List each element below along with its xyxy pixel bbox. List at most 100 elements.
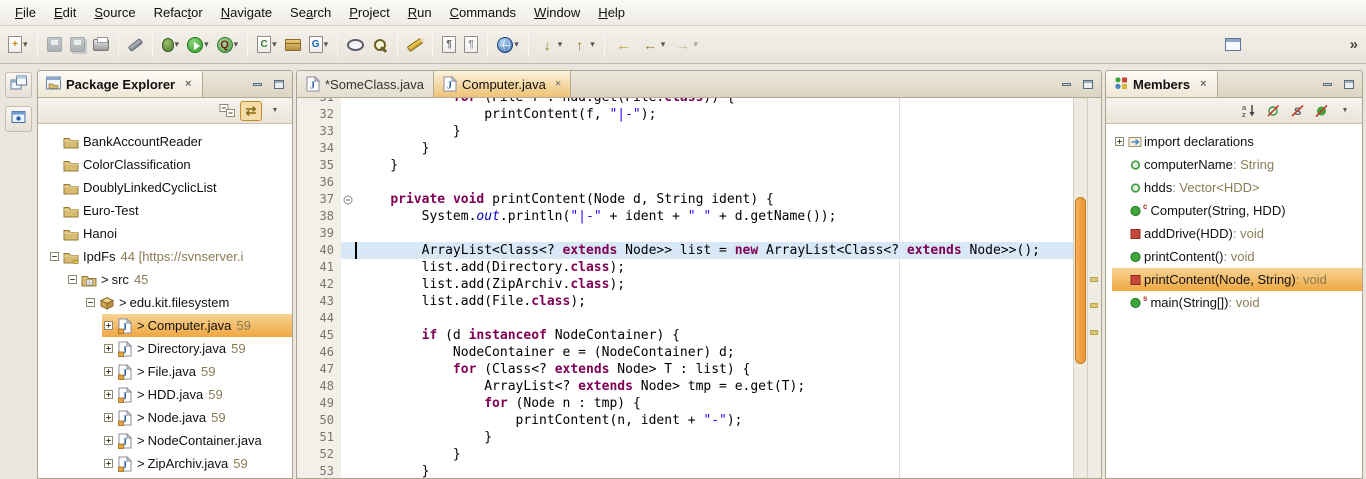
member-item-main-string[interactable]: smain(String[]) : void (1106, 291, 1362, 314)
dropdown-arrow-icon[interactable]: ▾ (272, 39, 277, 50)
maximize-editor-button[interactable] (1079, 77, 1096, 92)
code-line-35[interactable]: 35 } (297, 157, 1073, 174)
link-with-editor-button[interactable]: ⇄ (240, 101, 262, 121)
code-line-34[interactable]: 34 } (297, 140, 1073, 157)
show-whitespace-button[interactable]: ¶ (439, 33, 459, 56)
member-item-computer-string-hdd[interactable]: cComputer(String, HDD) (1106, 199, 1362, 222)
code-line-38[interactable]: 38 System.out.println("|-" + ident + " "… (297, 208, 1073, 225)
code-line-51[interactable]: 51 } (297, 429, 1073, 446)
tree-item-directory-java[interactable]: J>Directory.java59 (38, 337, 292, 360)
dropdown-arrow-icon[interactable]: ▾ (23, 39, 28, 50)
code-line-44[interactable]: 44 (297, 310, 1073, 327)
occurrence-marker[interactable] (1090, 330, 1098, 335)
code-line-50[interactable]: 50 printContent(n, ident + "-"); (297, 412, 1073, 429)
hide-nonpublic-button[interactable] (1310, 101, 1332, 121)
forward-button[interactable]: →▾ (670, 32, 701, 57)
run-button[interactable]: ▾ (184, 34, 212, 56)
code-line-41[interactable]: 41 list.add(Directory.class); (297, 259, 1073, 276)
debug-button[interactable]: ▾ (159, 35, 183, 55)
next-annotation-button[interactable]: ↓▾ (535, 32, 566, 57)
view-menu-button[interactable]: ▼ (264, 101, 286, 121)
view-menu-button[interactable]: ▼ (1334, 101, 1356, 121)
last-edit-location-button[interactable]: ← (611, 32, 636, 57)
maximize-view-button[interactable] (1340, 77, 1357, 92)
editor-tab-computer-java[interactable]: JComputer.java× (434, 71, 571, 97)
expand-icon[interactable] (102, 413, 115, 422)
member-item-printcontent[interactable]: printContent() : void (1106, 245, 1362, 268)
tree-item-euro-test[interactable]: Euro-Test (38, 199, 292, 222)
tree-item-bankaccountreader[interactable]: BankAccountReader (38, 130, 292, 153)
expand-icon[interactable] (102, 344, 115, 353)
maximize-view-button[interactable] (270, 77, 287, 92)
code-line-46[interactable]: 46 NodeContainer e = (NodeContainer) d; (297, 344, 1073, 361)
code-line-39[interactable]: 39 (297, 225, 1073, 242)
tree-item-hdd-java[interactable]: J>HDD.java59 (38, 383, 292, 406)
editor-tab-someclass-java[interactable]: J*SomeClass.java (297, 71, 434, 97)
expand-icon[interactable] (102, 367, 115, 376)
menu-search[interactable]: Search (281, 2, 340, 23)
menu-commands[interactable]: Commands (441, 2, 525, 23)
expand-icon[interactable] (102, 459, 115, 468)
code-line-31[interactable]: 31 for (File f : hdd.get(File.class)) { (297, 98, 1073, 106)
member-item-hdds[interactable]: hdds : Vector<HDD> (1106, 176, 1362, 199)
code-line-36[interactable]: 36 (297, 174, 1073, 191)
code-line-53[interactable]: 53 } (297, 463, 1073, 478)
pin-editor-button[interactable] (1222, 35, 1244, 54)
menu-window[interactable]: Window (525, 2, 589, 23)
code-line-47[interactable]: 47 for (Class<? extends Node> T : list) … (297, 361, 1073, 378)
dropdown-arrow-icon[interactable]: ▾ (558, 39, 563, 50)
dropdown-arrow-icon[interactable]: ▾ (693, 39, 698, 50)
fold-collapse-icon[interactable] (341, 191, 355, 208)
code-line-43[interactable]: 43 list.add(File.class); (297, 293, 1073, 310)
dropdown-arrow-icon[interactable]: ▾ (514, 39, 519, 50)
menu-help[interactable]: Help (589, 2, 634, 23)
print-button[interactable] (90, 36, 112, 54)
new-java-package-button[interactable] (282, 36, 304, 54)
hide-static-button[interactable]: S (1286, 101, 1308, 121)
menu-navigate[interactable]: Navigate (212, 2, 281, 23)
save-button[interactable] (44, 34, 65, 55)
toolbar-overflow-button[interactable]: » (1350, 36, 1358, 53)
collapse-icon[interactable] (48, 252, 61, 261)
new-java-class-button[interactable]: C▾ (254, 33, 280, 56)
overview-ruler[interactable] (1088, 98, 1101, 478)
tree-item-hanoi[interactable]: Hanoi (38, 222, 292, 245)
code-line-40[interactable]: 40 ArrayList<Class<? extends Node>> list… (297, 242, 1073, 259)
expand-icon[interactable] (102, 321, 115, 330)
mark-occurrences-button[interactable] (404, 39, 426, 51)
tree-item-file-java[interactable]: J>File.java59 (38, 360, 292, 383)
menu-project[interactable]: Project (340, 2, 398, 23)
dropdown-arrow-icon[interactable]: ▾ (234, 39, 239, 50)
menu-run[interactable]: Run (399, 2, 441, 23)
coverage-button[interactable]: Q▾ (214, 34, 242, 56)
code-line-45[interactable]: 45 if (d instanceof NodeContainer) { (297, 327, 1073, 344)
dropdown-arrow-icon[interactable]: ▾ (590, 39, 595, 50)
minimize-view-button[interactable] (1319, 77, 1336, 92)
menu-source[interactable]: Source (85, 2, 144, 23)
menu-file[interactable]: File (6, 2, 45, 23)
minimized-view-button[interactable] (5, 106, 32, 132)
tree-item-doublylinkedcycliclist[interactable]: DoublyLinkedCyclicList (38, 176, 292, 199)
expand-icon[interactable] (1112, 137, 1126, 146)
sort-button[interactable]: az (1238, 101, 1260, 121)
menu-edit[interactable]: Edit (45, 2, 85, 23)
new-gui-class-button[interactable]: G▾ (306, 33, 332, 56)
dropdown-arrow-icon[interactable]: ▾ (661, 39, 666, 50)
tree-item-ipdfs[interactable]: IpdFs44 [https://svnserver.i (38, 245, 292, 268)
code-line-42[interactable]: 42 list.add(ZipArchiv.class); (297, 276, 1073, 293)
show-formatting-button[interactable]: ¶ (461, 33, 481, 56)
members-tab[interactable]: Members × (1106, 71, 1218, 97)
code-line-48[interactable]: 48 ArrayList<? extends Node> tmp = e.get… (297, 378, 1073, 395)
code-line-52[interactable]: 52 } (297, 446, 1073, 463)
collapse-all-button[interactable] (216, 101, 238, 121)
code-line-33[interactable]: 33 } (297, 123, 1073, 140)
member-item-import-declarations[interactable]: import declarations (1106, 130, 1362, 153)
new-wizard-button[interactable]: +▾ (5, 33, 31, 56)
open-web-browser-button[interactable]: ▾ (494, 34, 522, 56)
collapse-icon[interactable] (66, 275, 79, 284)
close-view-icon[interactable]: × (1198, 78, 1208, 90)
tree-item-node-java[interactable]: J>Node.java59 (38, 406, 292, 429)
tree-item-colorclassification[interactable]: ColorClassification (38, 153, 292, 176)
dropdown-arrow-icon[interactable]: ▾ (204, 39, 209, 50)
close-tab-icon[interactable]: × (555, 78, 561, 90)
